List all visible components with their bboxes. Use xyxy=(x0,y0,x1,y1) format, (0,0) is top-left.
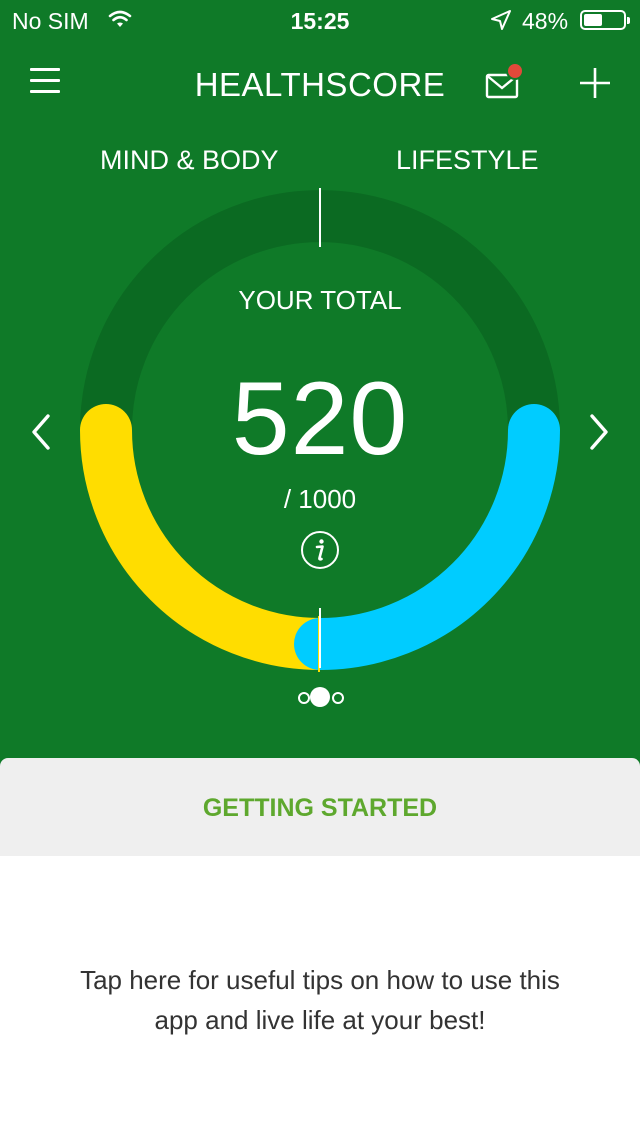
hero-panel: No SIM 15:25 48% HEALTHSCORE MIND & BODY… xyxy=(0,0,640,780)
battery-fill xyxy=(584,14,602,26)
plus-icon[interactable] xyxy=(578,66,612,100)
getting-started-tip[interactable]: Tap here for useful tips on how to use t… xyxy=(60,960,580,1040)
page-dot[interactable] xyxy=(298,692,310,704)
nav-bar: HEALTHSCORE xyxy=(0,56,640,116)
getting-started-header[interactable]: GETTING STARTED xyxy=(0,758,640,856)
score-max: / 1000 xyxy=(283,484,357,514)
page-indicator[interactable] xyxy=(296,686,346,708)
page-dot[interactable] xyxy=(332,692,344,704)
notification-dot xyxy=(506,62,524,80)
status-bar: No SIM 15:25 48% xyxy=(0,0,640,40)
score-value: 520 xyxy=(231,361,409,477)
battery-percent: 48% xyxy=(522,8,569,34)
tab-mind-body[interactable]: MIND & BODY xyxy=(100,145,279,176)
score-heading: YOUR TOTAL xyxy=(238,285,402,315)
battery-icon xyxy=(580,10,630,30)
page-title: HEALTHSCORE xyxy=(194,66,446,103)
page-dot-active[interactable] xyxy=(310,687,330,707)
tab-lifestyle[interactable]: LIFESTYLE xyxy=(396,145,539,176)
info-icon[interactable] xyxy=(300,530,340,570)
location-arrow-icon xyxy=(491,10,511,30)
getting-started-title: GETTING STARTED xyxy=(202,794,438,822)
